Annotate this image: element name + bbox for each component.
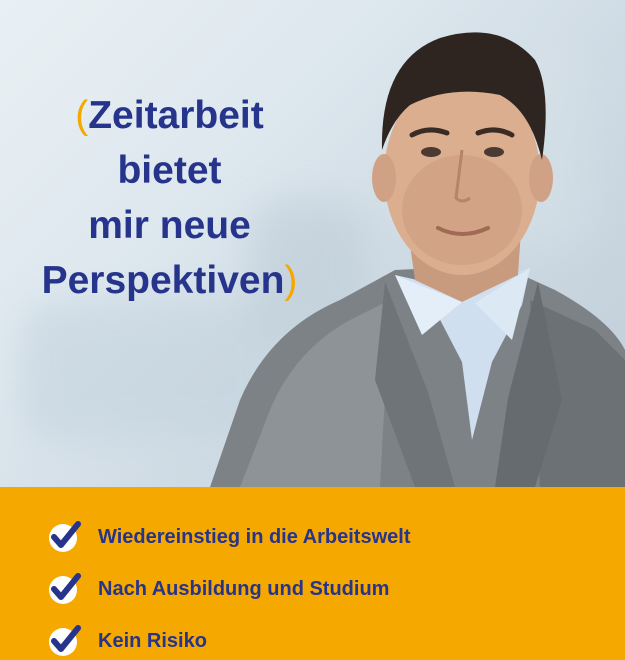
benefit-label: Kein Risiko [98,629,207,652]
headline-line: Zeitarbeit [88,94,264,137]
benefits-strip: Wiedereinstieg in die Arbeitswelt Nach A… [0,487,625,660]
benefit-label: Nach Ausbildung und Studium [98,577,390,600]
benefit-item: Kein Risiko [46,615,410,660]
benefit-item: Nach Ausbildung und Studium [46,563,410,615]
benefit-label: Wiedereinstieg in die Arbeitswelt [98,525,411,548]
headline-line: bietet [117,149,222,192]
headline: (Zeitarbeit bietet mir neue Perspektiven… [22,88,317,308]
benefit-item: Wiedereinstieg in die Arbeitswelt [46,511,410,563]
checkmark-icon [49,573,81,604]
hero-image-area: (Zeitarbeit bietet mir neue Perspektiven… [0,0,625,487]
checkmark-icon [49,625,81,656]
ad-banner: (Zeitarbeit bietet mir neue Perspektiven… [0,0,625,660]
close-parenthesis: ) [284,259,298,302]
headline-line: Perspektiven [41,259,285,302]
headline-line: mir neue [88,204,251,247]
open-parenthesis: ( [75,94,89,137]
checkmark-icon [49,521,81,552]
benefits-list: Wiedereinstieg in die Arbeitswelt Nach A… [46,511,410,660]
